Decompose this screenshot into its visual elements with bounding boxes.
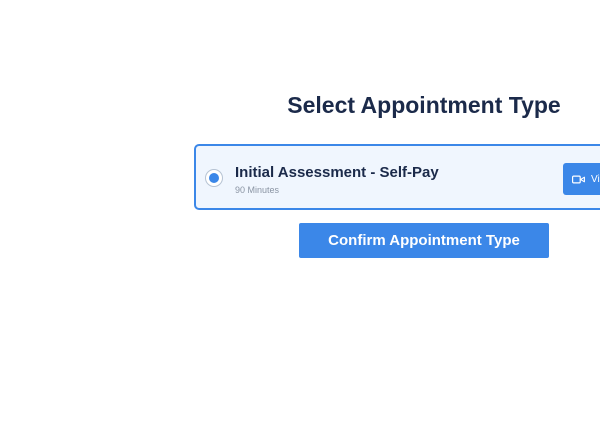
page-title: Select Appointment Type xyxy=(287,92,561,118)
appointment-option-card[interactable]: Initial Assessment - Self-Pay 90 Minutes… xyxy=(194,144,600,210)
radio-selected-dot xyxy=(209,173,219,183)
appointment-option-name: Initial Assessment - Self-Pay xyxy=(235,164,439,181)
video-visit-label: Vi xyxy=(591,173,600,185)
video-visit-badge: Vi xyxy=(563,163,600,195)
appointment-type-page: Select Appointment Type Initial Assessme… xyxy=(0,0,600,432)
appointment-option-duration: 90 Minutes xyxy=(235,185,280,195)
video-camera-icon xyxy=(572,175,585,184)
confirm-appointment-type-button[interactable]: Confirm Appointment Type xyxy=(299,223,549,258)
option-radio-button[interactable] xyxy=(205,169,223,187)
